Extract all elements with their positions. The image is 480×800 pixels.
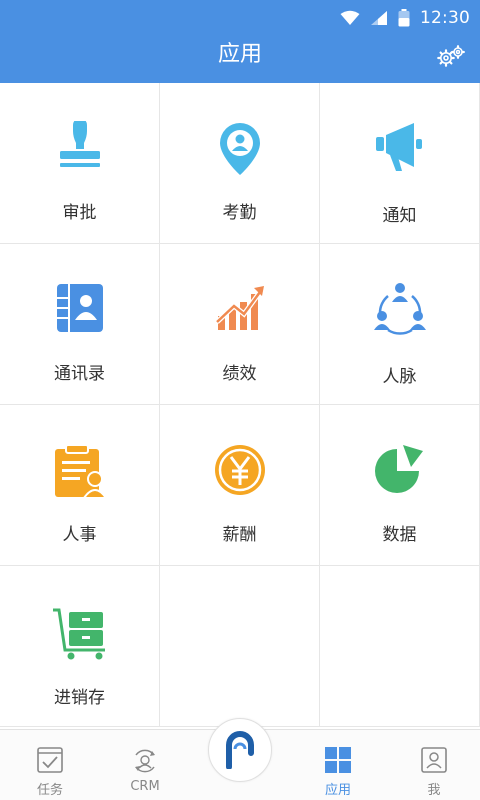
empty-cell	[160, 566, 320, 727]
status-time: 12:30	[420, 8, 470, 28]
status-bar: 12:30	[340, 6, 470, 30]
inventory-cart-icon	[52, 608, 105, 660]
app-connections[interactable]: 人脉	[320, 244, 480, 405]
tab-label: 我	[427, 783, 441, 798]
settings-gear-icon[interactable]	[436, 44, 466, 68]
task-checklist-icon	[37, 747, 63, 773]
app-label: 通知	[382, 206, 417, 226]
pie-chart-icon	[374, 445, 423, 493]
tab-apps[interactable]: 应用	[290, 730, 386, 800]
app-label: 薪酬	[222, 525, 257, 545]
yen-coin-icon	[214, 445, 265, 495]
app-inventory[interactable]: 进销存	[0, 566, 160, 727]
app-header: 12:30 应用	[0, 0, 480, 83]
app-label: 人脉	[382, 367, 417, 387]
tab-tasks[interactable]: 任务	[2, 730, 98, 800]
network-people-icon	[373, 283, 426, 335]
signal-icon	[371, 11, 387, 25]
app-data[interactable]: 数据	[320, 405, 480, 566]
grid-apps-icon	[325, 747, 351, 773]
tab-label: CRM	[130, 779, 160, 794]
app-label: 考勤	[222, 203, 257, 223]
tab-me[interactable]: 我	[386, 730, 480, 800]
brand-logo-icon	[226, 731, 254, 769]
app-approval[interactable]: 审批	[0, 83, 160, 244]
tab-label: 应用	[324, 783, 351, 798]
empty-cell	[320, 566, 480, 727]
app-notice[interactable]: 通知	[320, 83, 480, 244]
address-book-icon	[56, 284, 103, 332]
app-hr[interactable]: 人事	[0, 405, 160, 566]
app-label: 审批	[62, 203, 97, 223]
center-action-button[interactable]	[208, 718, 272, 782]
app-label: 绩效	[222, 364, 257, 384]
crm-cycle-icon	[135, 749, 155, 773]
megaphone-icon	[375, 123, 422, 171]
profile-card-icon	[421, 747, 447, 773]
app-label: 数据	[382, 525, 417, 545]
page-title: 应用	[217, 42, 262, 67]
growth-chart-icon	[214, 286, 264, 330]
app-grid: 审批 考勤 通知 通讯录 绩效 人脉 人事 薪酬 数据 进销存	[0, 83, 480, 729]
clipboard-person-icon	[54, 444, 107, 499]
app-label: 进销存	[54, 688, 105, 708]
location-person-icon	[219, 123, 260, 175]
app-salary[interactable]: 薪酬	[160, 405, 320, 566]
app-performance[interactable]: 绩效	[160, 244, 320, 405]
app-contacts[interactable]: 通讯录	[0, 244, 160, 405]
battery-icon	[398, 9, 410, 27]
tab-crm[interactable]: CRM	[97, 730, 193, 800]
stamp-icon	[59, 121, 100, 167]
wifi-icon	[340, 10, 360, 25]
tab-label: 任务	[36, 783, 63, 798]
app-label: 通讯录	[54, 364, 105, 384]
app-label: 人事	[62, 525, 97, 545]
app-attendance[interactable]: 考勤	[160, 83, 320, 244]
